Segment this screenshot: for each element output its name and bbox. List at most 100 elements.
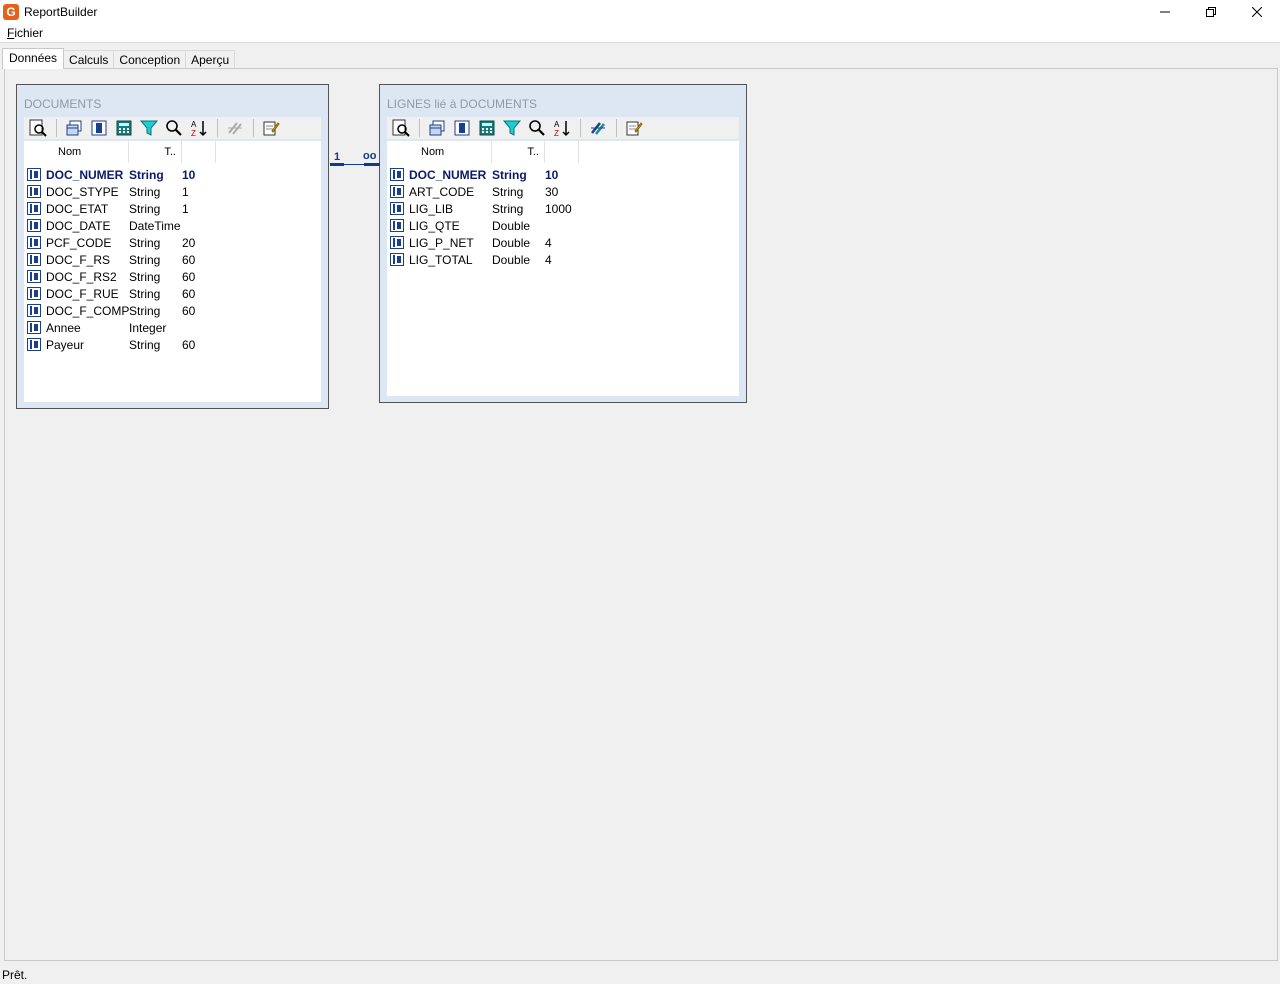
table-title: LIGNES lié à DOCUMENTS [387,97,538,111]
preview-icon [392,119,410,137]
column-header-name[interactable]: Nom [387,141,492,163]
preview-icon [29,119,47,137]
column-header-size[interactable] [182,141,216,163]
field-icon [27,253,41,266]
column-header-name[interactable]: Nom [24,141,129,163]
table-row[interactable]: LIG_P_NET Double 4 [390,234,585,251]
field-size: 60 [182,269,196,284]
filter-icon [503,120,521,136]
field-icon [27,270,41,283]
table-row[interactable]: DOC_NUMER String 10 [390,166,585,183]
table-row[interactable]: DOC_F_RS String 60 [27,251,222,268]
field-type: DateTime [129,218,181,233]
relation-one-marker [330,163,344,166]
relation-many-marker [364,163,380,166]
link-button[interactable] [588,118,608,138]
close-button[interactable] [1234,0,1280,24]
field-size: 4 [545,252,552,267]
app-logo-icon: G [3,4,19,20]
field-name: DOC_F_RUE [46,286,119,301]
fields-list[interactable]: Nom T.. DOC_NUMER String 10 DOC_STYPE String… [24,141,321,402]
field-name: Annee [46,320,81,335]
calculator-button[interactable] [477,118,497,138]
field-type: Double [492,235,531,250]
tables-button[interactable] [427,118,447,138]
table-row[interactable]: DOC_DATE DateTime [27,217,222,234]
menu-fichier[interactable]: Fichier [7,26,43,40]
fields-button[interactable] [89,118,109,138]
tab-conception[interactable]: Conception [113,50,187,69]
svg-text:Z: Z [554,129,559,137]
column-header-type[interactable]: T.. [129,141,182,163]
filter-button[interactable] [139,118,159,138]
sort-button[interactable]: AZ [552,118,572,138]
table-row[interactable]: LIG_QTE Double [390,217,585,234]
column-header-type[interactable]: T.. [492,141,545,163]
tab-donnees[interactable]: Données [2,48,65,69]
field-name: DOC_F_RS2 [46,269,117,284]
table-row[interactable]: DOC_F_COMP String 60 [27,302,222,319]
table-row[interactable]: Annee Integer [27,319,222,336]
tables-icon [66,120,82,136]
minimize-button[interactable] [1142,0,1188,24]
field-type: String [129,269,161,284]
fields-button[interactable] [452,118,472,138]
search-button[interactable] [527,118,547,138]
field-icon [27,202,41,215]
field-name: DOC_NUMER [46,167,124,182]
svg-text:A: A [191,120,197,129]
field-name: DOC_DATE [46,218,111,233]
toolbar-separator [56,119,57,137]
field-icon [27,168,41,181]
sort-az-icon: AZ [191,120,207,137]
calculator-button[interactable] [114,118,134,138]
filter-icon [140,120,158,136]
field-icon [27,304,41,317]
field-size: 4 [545,235,552,250]
relation-many-label: oo [363,150,377,162]
fields-icon [454,120,470,136]
tab-apercu[interactable]: Aperçu [185,50,236,69]
sort-button[interactable]: AZ [189,118,209,138]
table-toolbar: AZ [24,117,321,139]
table-row[interactable]: DOC_F_RUE String 60 [27,285,222,302]
field-icon [390,236,404,249]
table-row[interactable]: DOC_ETAT String 1 [27,200,222,217]
restore-button[interactable] [1188,0,1234,24]
table-row[interactable]: Payeur String 60 [27,336,222,353]
filter-button[interactable] [502,118,522,138]
link-button[interactable] [225,118,245,138]
search-button[interactable] [164,118,184,138]
table-row[interactable]: LIG_LIB String 1000 [390,200,585,217]
field-type: String [129,184,161,199]
table-row[interactable]: LIG_TOTAL Double 4 [390,251,585,268]
status-bar: Prêt. [0,964,1280,984]
table-row[interactable]: PCF_CODE String 20 [27,234,222,251]
table-window-documents[interactable]: DOCUMENTS AZ Nom T.. DOC_NUMER String 10… [16,84,329,409]
preview-button[interactable] [391,118,411,138]
edit-button[interactable] [261,118,281,138]
tab-calculs[interactable]: Calculs [63,50,115,69]
table-row[interactable]: DOC_STYPE String 1 [27,183,222,200]
field-icon [390,185,404,198]
field-type: String [129,286,161,301]
field-name: LIG_P_NET [409,235,474,250]
preview-button[interactable] [28,118,48,138]
field-size: 1 [182,184,189,199]
table-window-lignes[interactable]: LIGNES lié à DOCUMENTS AZ Nom T.. DOC_NU… [379,84,747,403]
field-type: String [129,201,161,216]
calculator-icon [116,120,132,136]
field-name: LIG_LIB [409,201,454,216]
edit-icon [263,121,280,136]
field-type: Double [492,252,531,267]
table-row[interactable]: DOC_NUMER String 10 [27,166,222,183]
table-row[interactable]: DOC_F_RS2 String 60 [27,268,222,285]
tables-button[interactable] [64,118,84,138]
search-icon [166,120,182,136]
table-row[interactable]: ART_CODE String 30 [390,183,585,200]
column-header-size[interactable] [545,141,579,163]
field-name: LIG_TOTAL [409,252,473,267]
fields-list[interactable]: Nom T.. DOC_NUMER String 10 ART_CODE String 3… [387,141,739,396]
field-size: 60 [182,286,196,301]
edit-button[interactable] [624,118,644,138]
